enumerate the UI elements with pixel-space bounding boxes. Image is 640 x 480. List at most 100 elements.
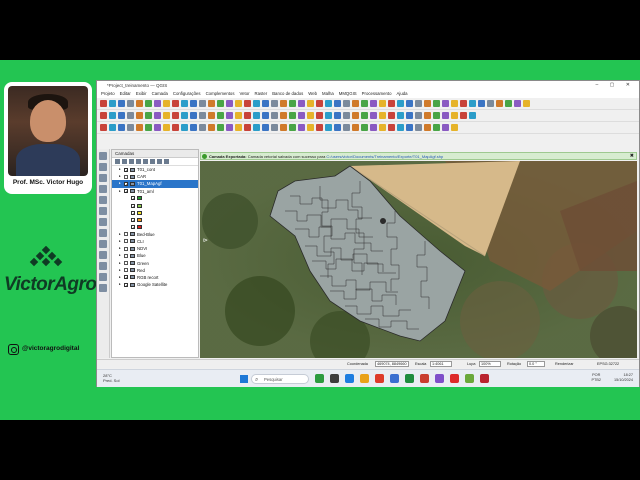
toolbar-tool-icon[interactable] [370,100,377,107]
menu-processamento[interactable]: Processamento [362,90,392,98]
menu-web[interactable]: Web [308,90,317,98]
toolbar-tool-icon[interactable] [388,112,395,119]
expand-arrow-icon[interactable]: ▸ [119,245,122,252]
language-indicator[interactable]: POR PTB2 [592,373,602,383]
toolbar-tool-icon[interactable] [442,112,449,119]
toolbar-tool-icon[interactable] [127,100,134,107]
map-canvas[interactable]: ⊳ [200,161,637,358]
toolbar-tool-icon[interactable] [478,100,485,107]
virtual-layer-icon[interactable] [99,273,107,281]
toolbar-tool-icon[interactable] [127,124,134,131]
toolbar-tool-icon[interactable] [460,112,467,119]
layer-item[interactable] [112,195,198,202]
add-postgis-icon[interactable] [99,218,107,226]
toolbar-tool-icon[interactable] [253,100,260,107]
layer-item[interactable]: ▸ T01_aml [112,188,198,195]
weather-widget[interactable]: 28°C Pred. Sol [103,373,119,383]
toolbar-tool-icon[interactable] [280,100,287,107]
expand-arrow-icon[interactable]: ▸ [119,260,122,267]
toolbar-tool-icon[interactable] [154,112,161,119]
layer-item[interactable]: ▸ Google Satellite [112,281,198,288]
collapse-all-icon[interactable] [157,159,162,164]
toolbar-tool-icon[interactable] [118,112,125,119]
layer-item[interactable]: ▸ Bed-Blue [112,231,198,238]
layer-visibility-checkbox[interactable] [124,261,128,266]
toolbar-tool-icon[interactable] [172,100,179,107]
toolbar-tool-icon[interactable] [325,100,332,107]
toolbar-tool-icon[interactable] [415,100,422,107]
toolbar-tool-icon[interactable] [424,100,431,107]
toolbar-tool-icon[interactable] [361,124,368,131]
toolbar-tool-icon[interactable] [307,124,314,131]
expand-arrow-icon[interactable]: ▸ [119,173,122,180]
toolbar-tool-icon[interactable] [442,124,449,131]
app-icon-1[interactable] [315,374,324,383]
layer-item[interactable]: ▸ Red [112,267,198,274]
toolbar-tool-icon[interactable] [406,112,413,119]
toolbar-tool-icon[interactable] [397,112,404,119]
menu-projeto[interactable]: Projeto [101,90,115,98]
layer-visibility-checkbox[interactable] [124,239,128,244]
toolbar-tool-icon[interactable] [217,100,224,107]
toolbar-tool-icon[interactable] [181,100,188,107]
scale-field[interactable]: 1:4061 [430,361,452,367]
add-wms-icon[interactable] [99,196,107,204]
toolbar-tool-icon[interactable] [433,112,440,119]
qgis-icon[interactable] [465,374,474,383]
toolbar-tool-icon[interactable] [361,100,368,107]
toolbar-tool-icon[interactable] [379,124,386,131]
toolbar-tool-icon[interactable] [307,112,314,119]
app-icon-9[interactable] [435,374,444,383]
expand-arrow-icon[interactable]: ▸ [119,180,122,187]
toolbar-tool-icon[interactable] [136,100,143,107]
toolbar-tool-icon[interactable] [226,112,233,119]
layer-visibility-checkbox[interactable] [131,210,135,215]
layer-visibility-checkbox[interactable] [131,225,135,230]
add-csv-icon[interactable] [99,185,107,193]
expand-arrow-icon[interactable]: ▸ [119,188,122,195]
filter-legend-icon[interactable] [136,159,141,164]
toolbar-tool-icon[interactable] [424,112,431,119]
add-spatialite-icon[interactable] [99,229,107,237]
toolbar-tool-icon[interactable] [145,124,152,131]
toolbar-tool-icon[interactable] [235,100,242,107]
toolbar-tool-icon[interactable] [235,112,242,119]
render-checkbox-label[interactable]: Renderizar [555,360,574,368]
menu-malha[interactable]: Malha [322,90,334,98]
toolbar-tool-icon[interactable] [208,100,215,107]
layer-item[interactable] [112,224,198,231]
toolbar-tool-icon[interactable] [352,100,359,107]
toolbar-tool-icon[interactable] [118,124,125,131]
menu-mmqgis[interactable]: MMQGIS [339,90,357,98]
toolbar-tool-icon[interactable] [316,112,323,119]
toolbar-tool-icon[interactable] [253,112,260,119]
layer-visibility-checkbox[interactable] [124,174,128,179]
toolbar-tool-icon[interactable] [307,100,314,107]
toolbar-tool-icon[interactable] [289,100,296,107]
toolbar-tool-icon[interactable] [505,100,512,107]
toolbar-tool-icon[interactable] [244,124,251,131]
add-mesh-icon[interactable] [99,240,107,248]
expand-arrow-icon[interactable]: ▸ [119,252,122,259]
toolbar-tool-icon[interactable] [172,112,179,119]
layer-item[interactable]: ▸ CAR [112,173,198,180]
toolbar-tool-icon[interactable] [190,124,197,131]
toolbar-tool-icon[interactable] [397,100,404,107]
layer-item[interactable]: ▸ CLI [112,238,198,245]
toolbar-tool-icon[interactable] [208,112,215,119]
toolbar-tool-icon[interactable] [343,100,350,107]
expand-arrow-icon[interactable]: ▸ [119,274,122,281]
toolbar-tool-icon[interactable] [361,112,368,119]
toolbar-tool-icon[interactable] [451,124,458,131]
toolbar-tool-icon[interactable] [163,112,170,119]
close-icon[interactable]: ✖ [630,153,634,159]
toolbar-tool-icon[interactable] [235,124,242,131]
toolbar-tool-icon[interactable] [244,112,251,119]
menu-editar[interactable]: Editar [120,90,131,98]
toolbar-tool-icon[interactable] [325,124,332,131]
layer-visibility-checkbox[interactable] [124,232,128,237]
taskbar-search[interactable]: Pesquisar [251,374,309,385]
toolbar-tool-icon[interactable] [415,124,422,131]
toolbar-tool-icon[interactable] [370,112,377,119]
layer-visibility-checkbox[interactable] [124,253,128,258]
